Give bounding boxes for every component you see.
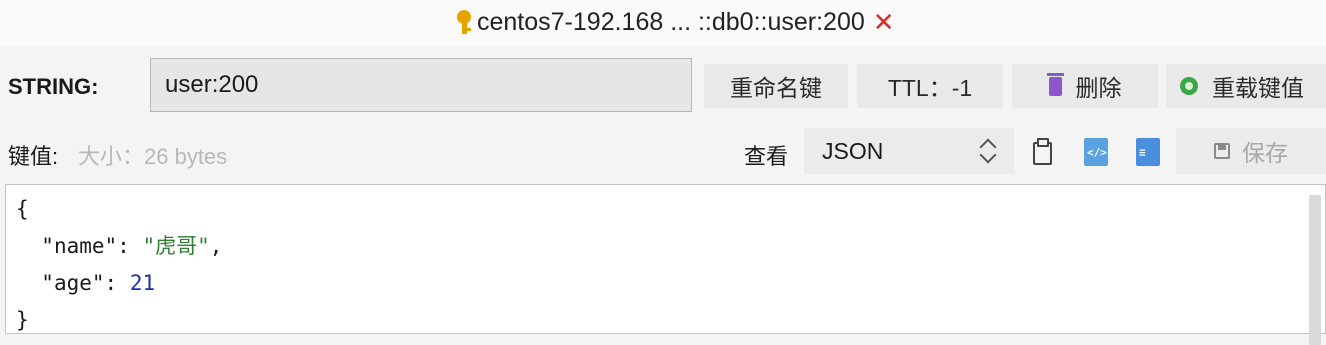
json-key-name: "name" — [41, 234, 118, 258]
html-file-icon[interactable]: </> — [1084, 138, 1108, 166]
close-icon[interactable]: ✕ — [873, 9, 895, 35]
rename-key-button[interactable]: 重命名键 — [704, 64, 848, 108]
reload-label: 重载键值 — [1212, 75, 1304, 101]
json-code: { "name": "虎哥", "age": 21 } — [16, 197, 223, 332]
value-label: 键值: — [8, 144, 59, 169]
trash-icon — [1046, 72, 1064, 96]
value-size-info: 大小：26 bytes — [78, 144, 228, 169]
json-value-age: 21 — [129, 271, 156, 295]
value-editor[interactable]: { "name": "虎哥", "age": 21 } — [5, 184, 1326, 345]
view-format-select[interactable]: JSON — [804, 128, 1014, 174]
delete-label: 删除 — [1075, 75, 1122, 101]
rename-key-label: 重命名键 — [730, 75, 822, 101]
save-label: 保存 — [1242, 140, 1288, 166]
json-value-name: "虎哥" — [142, 234, 210, 258]
save-icon — [1214, 143, 1230, 159]
text-file-icon[interactable]: ≡ — [1136, 138, 1160, 166]
ttl-button[interactable]: TTL：-1 — [857, 64, 1003, 108]
view-label: 查看 — [744, 144, 789, 169]
reload-icon — [1180, 77, 1198, 95]
save-button[interactable]: 保存 — [1176, 128, 1326, 174]
tab-title-text: centos7-192.168 ... ::db0::user:200 — [477, 7, 865, 36]
key-name-input[interactable]: user:200 — [150, 58, 692, 112]
json-open-brace: { — [16, 197, 29, 221]
reload-value-button[interactable]: 重载键值 — [1166, 64, 1326, 108]
connection-tab[interactable]: centos7-192.168 ... ::db0::user:200 ✕ — [456, 6, 895, 38]
json-close-brace: } — [16, 308, 29, 332]
copy-icon[interactable] — [1030, 138, 1054, 166]
editor-scrollbar[interactable] — [1309, 195, 1321, 345]
key-type-label: STRING: — [8, 74, 99, 99]
json-key-age: "age" — [41, 271, 105, 295]
delete-button[interactable]: 删除 — [1012, 64, 1158, 108]
key-icon — [456, 8, 474, 36]
ttl-label: TTL：-1 — [887, 75, 973, 101]
up-down-chevron-icon — [978, 135, 1000, 167]
view-format-value: JSON — [822, 138, 884, 164]
